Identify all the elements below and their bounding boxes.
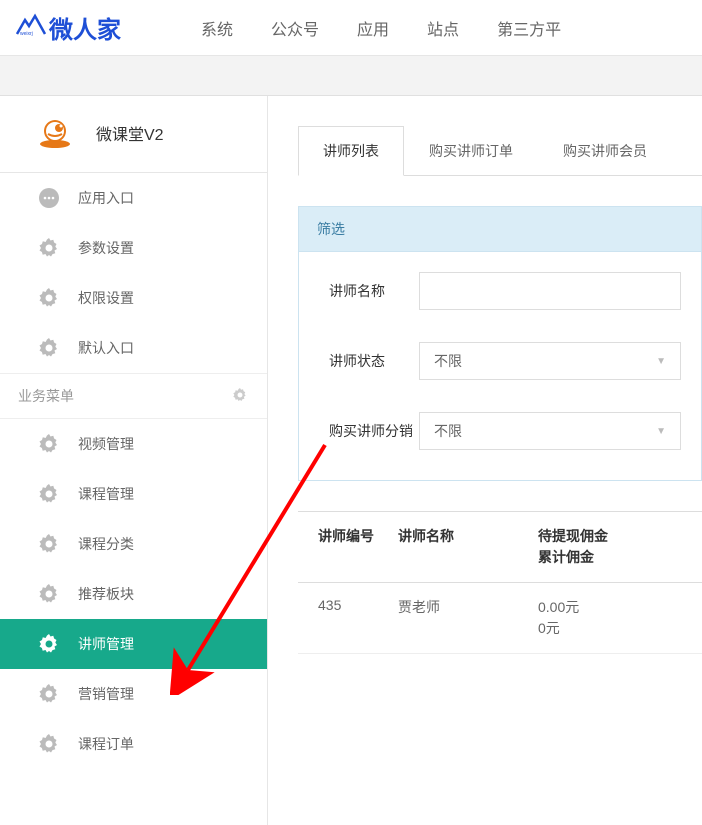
table-header: 讲师编号 讲师名称 待提现佣金 累计佣金	[298, 512, 702, 583]
table-row: 435 贾老师 0.00元 0元	[298, 583, 702, 654]
main-container: 微课堂V2 应用入口 参数设置 权限设置	[0, 96, 702, 825]
filter-row-status: 讲师状态 不限 ▼	[319, 342, 681, 380]
sidebar-item-label: 课程订单	[78, 734, 134, 754]
app-icon	[38, 116, 72, 150]
filter-row-distribution: 购买讲师分销 不限 ▼	[319, 412, 681, 450]
teacher-name-input[interactable]	[419, 272, 681, 310]
cell-id: 435	[298, 597, 398, 639]
header-name: 讲师名称	[398, 526, 538, 568]
tab-teacher-orders[interactable]: 购买讲师订单	[404, 126, 538, 176]
teacher-table: 讲师编号 讲师名称 待提现佣金 累计佣金 435 贾老师 0.00元 0元	[298, 511, 702, 654]
cell-commission: 0.00元 0元	[538, 597, 702, 639]
sidebar-item-params[interactable]: 参数设置	[0, 223, 267, 273]
sidebar-item-recommend[interactable]: 推荐板块	[0, 569, 267, 619]
logo-icon: weixrj	[15, 12, 47, 43]
app-title-text: 微课堂V2	[96, 121, 164, 145]
gear-icon	[38, 237, 60, 259]
sidebar-item-permissions[interactable]: 权限设置	[0, 273, 267, 323]
select-value: 不限	[434, 351, 462, 371]
logo[interactable]: weixrj 微人家	[15, 10, 121, 45]
nav-items: 系统 公众号 应用 站点 第三方平	[201, 16, 561, 40]
filter-row-name: 讲师名称	[319, 272, 681, 310]
header-commission: 待提现佣金 累计佣金	[538, 526, 702, 568]
sidebar-item-label: 课程管理	[78, 484, 134, 504]
total-commission: 0元	[538, 618, 702, 639]
gear-icon	[38, 287, 60, 309]
chevron-down-icon: ▼	[656, 426, 666, 437]
gear-icon	[38, 533, 60, 555]
sidebar-item-label: 课程分类	[78, 534, 134, 554]
nav-item-site[interactable]: 站点	[427, 16, 459, 40]
sidebar-item-category[interactable]: 课程分类	[0, 519, 267, 569]
filter-body: 讲师名称 讲师状态 不限 ▼ 购买讲师分销 不限 ▼	[299, 252, 701, 480]
nav-item-system[interactable]: 系统	[201, 16, 233, 40]
select-value: 不限	[434, 421, 462, 441]
sidebar-item-label: 默认入口	[78, 338, 134, 358]
top-nav: weixrj 微人家 系统 公众号 应用 站点 第三方平	[0, 0, 702, 56]
sidebar-item-label: 视频管理	[78, 434, 134, 454]
filter-label-name: 讲师名称	[319, 281, 419, 301]
logo-text: 微人家	[49, 10, 121, 45]
gear-icon	[38, 633, 60, 655]
sidebar-item-teacher[interactable]: 讲师管理	[0, 619, 267, 669]
sidebar-item-course[interactable]: 课程管理	[0, 469, 267, 519]
sidebar-item-app-entry[interactable]: 应用入口	[0, 173, 267, 223]
section-label: 业务菜单	[18, 386, 74, 406]
tabs: 讲师列表 购买讲师订单 购买讲师会员	[298, 126, 702, 176]
gear-icon	[38, 433, 60, 455]
chevron-down-icon: ▼	[656, 356, 666, 367]
sidebar-item-label: 应用入口	[78, 188, 134, 208]
sidebar-item-orders[interactable]: 课程订单	[0, 719, 267, 769]
nav-item-wechat[interactable]: 公众号	[271, 16, 319, 40]
gear-icon	[38, 337, 60, 359]
nav-item-app[interactable]: 应用	[357, 16, 389, 40]
gear-icon	[38, 733, 60, 755]
gear-icon	[38, 683, 60, 705]
filter-header: 筛选	[299, 207, 701, 252]
sidebar: 微课堂V2 应用入口 参数设置 权限设置	[0, 96, 268, 825]
app-title-section: 微课堂V2	[0, 96, 267, 173]
nav-item-thirdparty[interactable]: 第三方平	[497, 16, 561, 40]
tab-teacher-list[interactable]: 讲师列表	[298, 126, 404, 176]
gear-icon[interactable]	[233, 388, 247, 405]
chat-icon	[38, 187, 60, 209]
header-id: 讲师编号	[298, 526, 398, 568]
svg-text:weixrj: weixrj	[20, 31, 33, 36]
main-content: 讲师列表 购买讲师订单 购买讲师会员 筛选 讲师名称 讲师状态 不限 ▼	[268, 96, 702, 825]
sidebar-item-video[interactable]: 视频管理	[0, 419, 267, 469]
sidebar-item-label: 推荐板块	[78, 584, 134, 604]
sidebar-item-default[interactable]: 默认入口	[0, 323, 267, 373]
sidebar-item-marketing[interactable]: 营销管理	[0, 669, 267, 719]
filter-label-status: 讲师状态	[319, 351, 419, 371]
sidebar-item-label: 讲师管理	[78, 634, 134, 654]
sidebar-item-label: 参数设置	[78, 238, 134, 258]
gear-icon	[38, 583, 60, 605]
teacher-dist-select[interactable]: 不限 ▼	[419, 412, 681, 450]
pending-commission: 0.00元	[538, 597, 702, 618]
cell-name: 贾老师	[398, 597, 538, 639]
tab-teacher-member[interactable]: 购买讲师会员	[538, 126, 672, 176]
sidebar-item-label: 营销管理	[78, 684, 134, 704]
sidebar-item-label: 权限设置	[78, 288, 134, 308]
gray-bar	[0, 56, 702, 96]
teacher-status-select[interactable]: 不限 ▼	[419, 342, 681, 380]
gear-icon	[38, 483, 60, 505]
section-header-business: 业务菜单	[0, 373, 267, 419]
filter-box: 筛选 讲师名称 讲师状态 不限 ▼ 购买讲师分销 不限	[298, 206, 702, 481]
filter-label-dist: 购买讲师分销	[319, 421, 419, 441]
